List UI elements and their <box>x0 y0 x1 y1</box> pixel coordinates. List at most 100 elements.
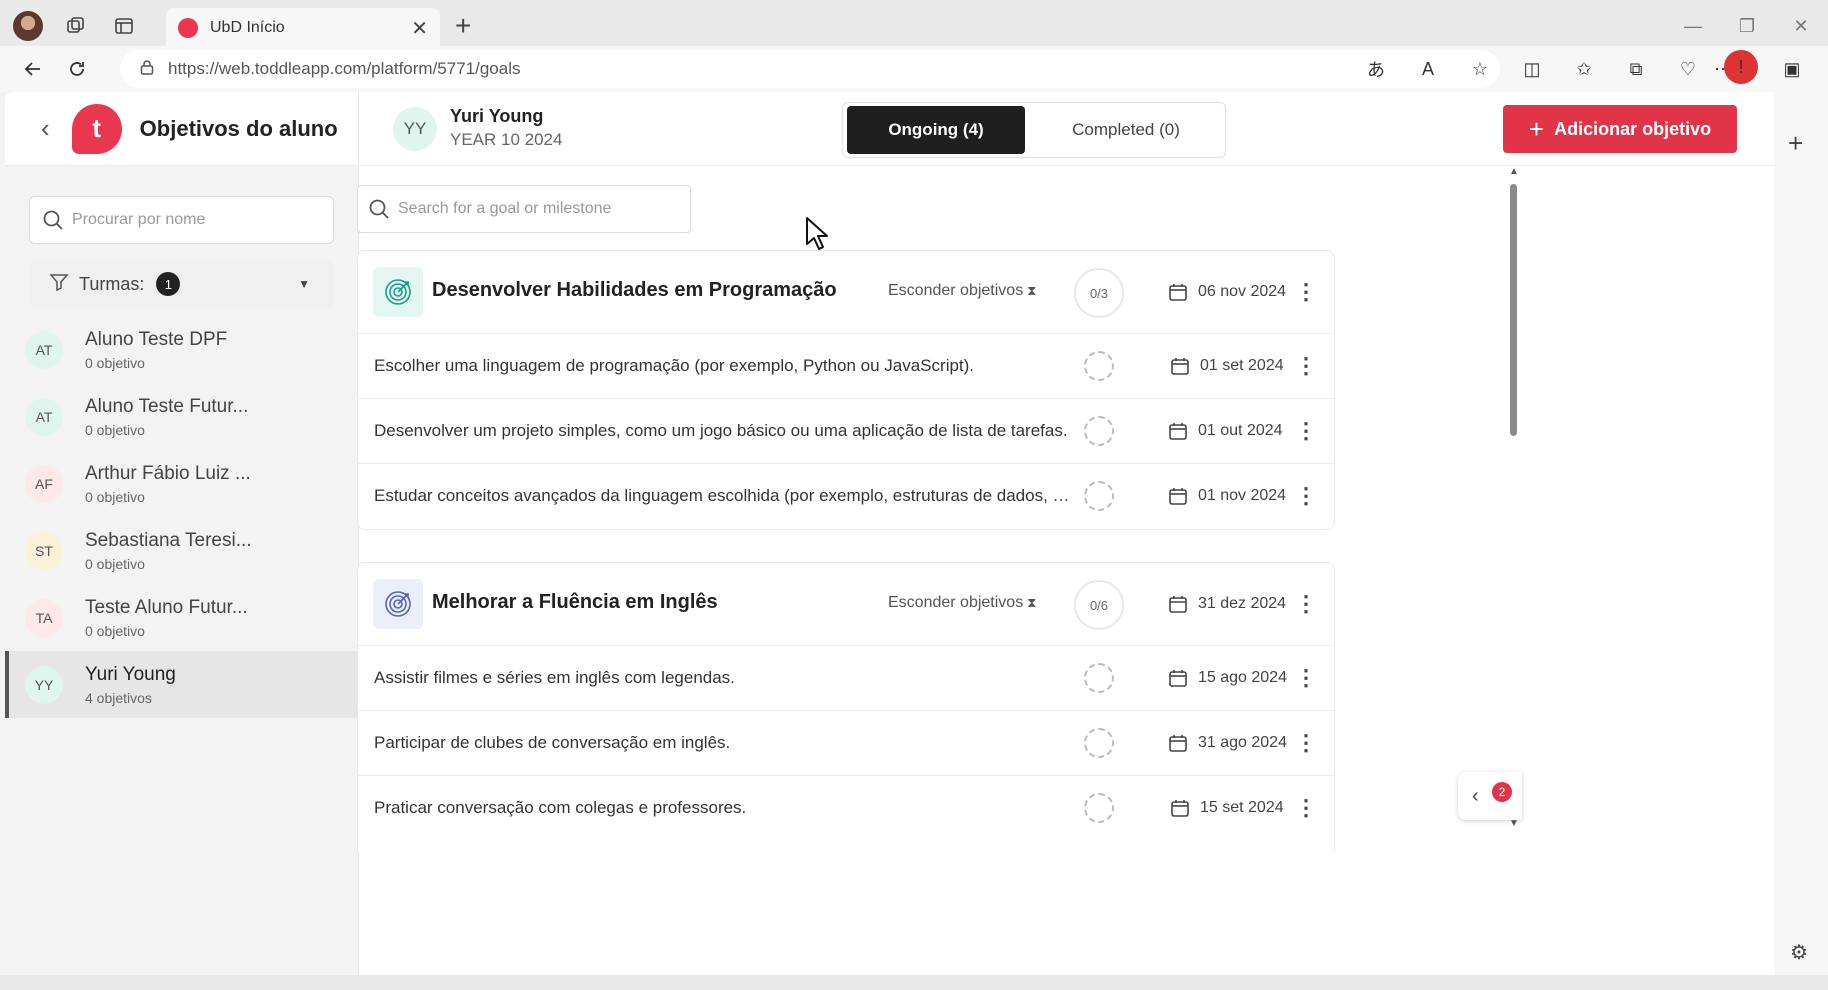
restore-icon[interactable]: ❐ <box>1720 16 1774 37</box>
milestone-due-date[interactable]: 01 set 2024 <box>1170 356 1284 376</box>
lock-icon[interactable] <box>140 59 154 80</box>
calendar-icon <box>1169 735 1187 752</box>
student-item[interactable]: AT Aluno Teste DPF 0 objetivo <box>5 316 358 383</box>
class-filter-dropdown[interactable]: Turmas: 1 ▼ <box>29 260 334 308</box>
address-bar[interactable]: https://web.toddleapp.com/platform/5771/… <box>120 50 1500 88</box>
goal-due-date[interactable]: 06 nov 2024 <box>1168 282 1286 302</box>
milestone-row[interactable]: Participar de clubes de conversação em i… <box>358 711 1334 776</box>
milestone-due-date[interactable]: 15 ago 2024 <box>1168 668 1287 688</box>
milestone-row[interactable]: Escolher uma linguagem de programação (p… <box>358 334 1334 399</box>
milestone-row[interactable]: Praticar conversação com colegas e profe… <box>358 776 1334 841</box>
milestone-text: Praticar conversação com colegas e profe… <box>374 798 747 817</box>
student-avatar: YY <box>25 665 63 704</box>
student-search-input[interactable]: Procurar por nome <box>29 196 334 244</box>
back-chevron-icon[interactable]: ‹ <box>41 113 50 144</box>
search-icon <box>43 210 63 230</box>
milestone-status-circle[interactable] <box>1084 793 1114 823</box>
edge-side-panel <box>1776 92 1828 975</box>
milestone-status-circle[interactable] <box>1084 728 1114 758</box>
notification-badge: 2 <box>1492 782 1512 802</box>
more-options-icon[interactable]: ⋮ <box>1295 667 1317 689</box>
profile-avatar-icon[interactable] <box>8 6 48 46</box>
student-item-selected[interactable]: YY Yuri Young 4 objetivos <box>5 651 358 718</box>
mouse-cursor-icon <box>806 217 828 250</box>
collections-icon[interactable]: ⧉ <box>1610 52 1662 86</box>
milestone-row[interactable]: Assistir filmes e séries em inglês com l… <box>358 646 1334 711</box>
hide-milestones-toggle[interactable]: Esconder objetivos ⧗ <box>888 594 1036 612</box>
goal-header-row[interactable]: Desenvolver Habilidades em Programação E… <box>358 251 1334 334</box>
more-options-icon[interactable]: ⋮ <box>1295 485 1317 507</box>
scroll-up-arrow-icon[interactable]: ▲ <box>1509 166 1519 177</box>
goal-header-row[interactable]: Melhorar a Fluência em Inglês Esconder o… <box>358 563 1334 646</box>
edge-add-icon[interactable]: + <box>1788 128 1803 159</box>
more-menu-icon[interactable]: ⋯! <box>1714 50 1766 86</box>
student-avatar: AT <box>25 330 63 369</box>
student-goal-count: 0 objetivo <box>85 421 145 438</box>
scrollbar-thumb[interactable] <box>1510 184 1517 436</box>
hide-milestones-toggle[interactable]: Esconder objetivos ⧗ <box>888 282 1036 300</box>
student-item[interactable]: AT Aluno Teste Futur... 0 objetivo <box>5 383 358 450</box>
workspaces-icon[interactable] <box>56 6 96 46</box>
add-goal-button[interactable]: + Adicionar objetivo <box>1503 105 1737 153</box>
split-screen-icon[interactable]: ◫ <box>1506 52 1558 86</box>
read-aloud-icon[interactable]: A <box>1402 52 1454 86</box>
milestone-due-date[interactable]: 01 nov 2024 <box>1168 486 1286 506</box>
milestone-date-text: 31 ago 2024 <box>1198 734 1287 751</box>
edge-settings-icon[interactable]: ⚙ <box>1790 940 1808 965</box>
back-icon[interactable] <box>16 52 50 86</box>
favorite-star-icon[interactable]: ☆ <box>1454 52 1506 86</box>
student-item[interactable]: TA Teste Aluno Futur... 0 objetivo <box>5 584 358 651</box>
milestone-row[interactable]: Estudar conceitos avançados da linguagem… <box>358 464 1334 529</box>
close-tab-icon[interactable]: ✕ <box>411 16 428 41</box>
milestone-due-date[interactable]: 15 set 2024 <box>1170 798 1284 818</box>
translate-icon[interactable]: あ <box>1350 52 1402 86</box>
sidebar-toggle-icon[interactable]: ▣ <box>1766 52 1818 86</box>
goal-due-date[interactable]: 31 dez 2024 <box>1168 594 1286 614</box>
more-options-icon[interactable]: ⋮ <box>1295 797 1317 819</box>
more-options-icon[interactable]: ⋮ <box>1295 593 1317 615</box>
refresh-icon[interactable] <box>60 52 94 86</box>
favorites-icon[interactable]: ✩ <box>1558 52 1610 86</box>
calendar-icon <box>1169 670 1187 687</box>
milestone-date-text: 01 out 2024 <box>1198 422 1283 439</box>
tab-actions-icon[interactable] <box>104 6 144 46</box>
browser-tabbar: UbD Início ✕ + — ❐ ✕ <box>0 0 1828 52</box>
filter-label: Turmas: <box>79 273 145 294</box>
goal-search-input[interactable]: Search for a goal or milestone <box>357 185 691 233</box>
browser-essentials-icon[interactable]: ♡ <box>1662 52 1714 86</box>
more-options-icon[interactable]: ⋮ <box>1295 281 1317 303</box>
milestone-row[interactable]: Desenvolver um projeto simples, como um … <box>358 399 1334 464</box>
more-options-icon[interactable]: ⋮ <box>1295 420 1317 442</box>
student-item[interactable]: ST Sebastiana Teresi... 0 objetivo <box>5 517 358 584</box>
floating-panel-toggle[interactable]: ‹ 2 <box>1458 772 1522 820</box>
tab-completed[interactable]: Completed (0) <box>1033 106 1219 154</box>
chevron-left-icon: ‹ <box>1472 784 1479 807</box>
milestone-status-circle[interactable] <box>1084 351 1114 381</box>
add-goal-label: Adicionar objetivo <box>1554 118 1712 139</box>
student-avatar: YY <box>393 107 437 151</box>
milestone-status-circle[interactable] <box>1084 663 1114 693</box>
main-scrollbar[interactable]: ▲ ▼ <box>1508 166 1519 956</box>
plus-icon: + <box>1528 113 1545 144</box>
calendar-icon <box>1171 358 1189 375</box>
site-favicon-icon <box>178 18 198 38</box>
window-controls: — ❐ ✕ <box>1666 0 1828 52</box>
student-list: AT Aluno Teste DPF 0 objetivo AT Aluno Te… <box>5 316 358 718</box>
minimize-icon[interactable]: — <box>1666 16 1720 37</box>
milestone-status-circle[interactable] <box>1084 481 1114 511</box>
student-year: YEAR 10 2024 <box>450 130 563 149</box>
student-name: Teste Aluno Futur... <box>85 596 248 618</box>
tab-ongoing[interactable]: Ongoing (4) <box>847 106 1025 154</box>
new-tab-icon[interactable]: + <box>455 10 471 42</box>
more-options-icon[interactable]: ⋮ <box>1295 355 1317 377</box>
milestone-due-date[interactable]: 31 ago 2024 <box>1168 733 1287 753</box>
toddle-logo: t <box>71 103 122 154</box>
student-name: Aluno Teste Futur... <box>85 395 249 417</box>
url-text: https://web.toddleapp.com/platform/5771/… <box>168 59 521 78</box>
close-window-icon[interactable]: ✕ <box>1774 16 1828 37</box>
browser-tab[interactable]: UbD Início ✕ <box>166 8 440 48</box>
student-item[interactable]: AF Arthur Fábio Luiz ... 0 objetivo <box>5 450 358 517</box>
milestone-status-circle[interactable] <box>1084 416 1114 446</box>
more-options-icon[interactable]: ⋮ <box>1295 732 1317 754</box>
milestone-due-date[interactable]: 01 out 2024 <box>1168 421 1283 441</box>
